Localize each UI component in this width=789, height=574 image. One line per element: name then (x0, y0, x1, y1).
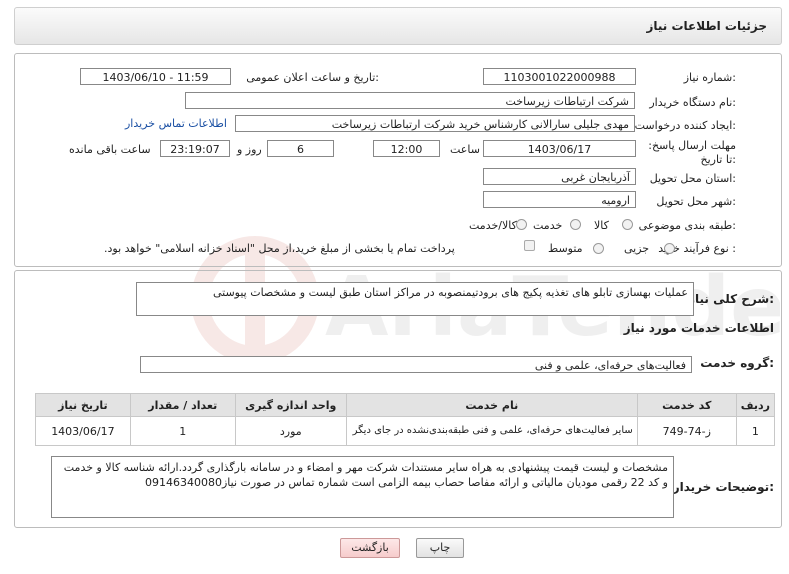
province-label: استان محل تحویل: (649, 172, 736, 185)
remaining-days-field: 6 (267, 140, 334, 157)
creator-label: ایجاد کننده درخواست: (634, 119, 736, 132)
category-option-goods: کالا (594, 219, 609, 232)
category-option-goods-service: کالا/خدمت (469, 219, 517, 232)
print-button[interactable]: چاپ (416, 538, 464, 558)
category-radio-goods-service[interactable] (516, 219, 527, 230)
process-radio-medium[interactable] (593, 243, 604, 254)
service-group-label: گروه خدمت: (700, 356, 774, 370)
summary-label: شرح کلی نیاز: (688, 292, 774, 306)
remaining-time-label: ساعت باقی مانده (69, 143, 151, 156)
category-radio-service[interactable] (570, 219, 581, 230)
col-header-unit: واحد اندازه گیری (234, 393, 347, 417)
city-label: شهر محل تحویل: (656, 195, 736, 208)
cell-name: سایر فعالیت‌های حرفه‌ای، علمی و فنی طبقه… (345, 416, 638, 446)
cell-code: ز-74-749 (636, 416, 737, 446)
cell-row: 1 (735, 416, 776, 446)
cell-date: 1403/06/17 (35, 416, 131, 446)
buyer-name-field: شرکت ارتباطات زیرساخت (185, 92, 635, 109)
remaining-days-label: روز و (237, 143, 262, 156)
buyer-contact-link[interactable]: اطلاعات تماس خریدار (125, 117, 227, 130)
buyer-name-label: نام دستگاه خریدار: (649, 96, 736, 109)
process-option-minor: جزیی (624, 242, 650, 255)
need-number-label: شماره نیاز: (683, 71, 736, 84)
col-header-name: نام خدمت (345, 393, 638, 417)
creator-field: مهدی جلیلی سارالانی کارشناس خرید شرکت ار… (235, 115, 635, 132)
summary-field: عملیات بهسازی تابلو های تغذیه پکیج های ب… (136, 282, 694, 316)
services-section-title: اطلاعات خدمات مورد نیاز (623, 321, 774, 335)
remaining-time-field: 23:19:07 (160, 140, 230, 157)
buyer-notes-label: توضیحات خریدار: (672, 480, 774, 494)
service-group-field: فعالیت‌های حرفه‌ای، علمی و فنی (140, 356, 692, 373)
province-field: آذربایجان غربی (483, 168, 636, 185)
col-header-date: تاریخ نیاز (35, 393, 131, 417)
category-radio-goods[interactable] (622, 219, 633, 230)
col-header-row: ردیف (735, 393, 776, 417)
cell-unit: مورد (234, 416, 347, 446)
buyer-notes-field: مشخصات و لیست قیمت پیشنهادی به هراه سایر… (51, 456, 674, 518)
page-title: جزئیات اطلاعات نیاز (646, 19, 767, 33)
category-option-service: خدمت (533, 219, 563, 232)
page-header: جزئیات اطلاعات نیاز (14, 7, 782, 45)
announce-date-label: تاریخ و ساعت اعلان عمومی: (246, 71, 379, 84)
city-field: ارومیه (483, 191, 636, 208)
col-header-code: کد خدمت (636, 393, 737, 417)
services-table: ردیف کد خدمت نام خدمت واحد اندازه گیری ت… (35, 393, 776, 446)
col-header-qty: تعداد / مقدار (129, 393, 236, 417)
treasury-payment-checkbox[interactable] (524, 240, 535, 251)
deadline-date-field: 1403/06/17 (483, 140, 636, 157)
need-number-field: 1103001022000988 (483, 68, 636, 85)
process-radio-minor[interactable] (664, 243, 675, 254)
table-row: 1 ز-74-749 سایر فعالیت‌های حرفه‌ای، علمی… (35, 416, 776, 446)
deadline-label: مهلت ارسال پاسخ: تا تاریخ: (648, 139, 736, 166)
cell-qty: 1 (129, 416, 236, 446)
deadline-time-field: 12:00 (373, 140, 440, 157)
announce-date-field: 1403/06/10 - 11:59 (80, 68, 231, 85)
treasury-payment-note: پرداخت تمام یا بخشی از مبلغ خرید،از محل … (104, 242, 455, 255)
process-option-medium: متوسط (548, 242, 583, 255)
category-label: طبقه بندی موضوعی: (638, 219, 736, 232)
back-button[interactable]: بازگشت (340, 538, 400, 558)
deadline-time-label: ساعت (450, 143, 480, 156)
